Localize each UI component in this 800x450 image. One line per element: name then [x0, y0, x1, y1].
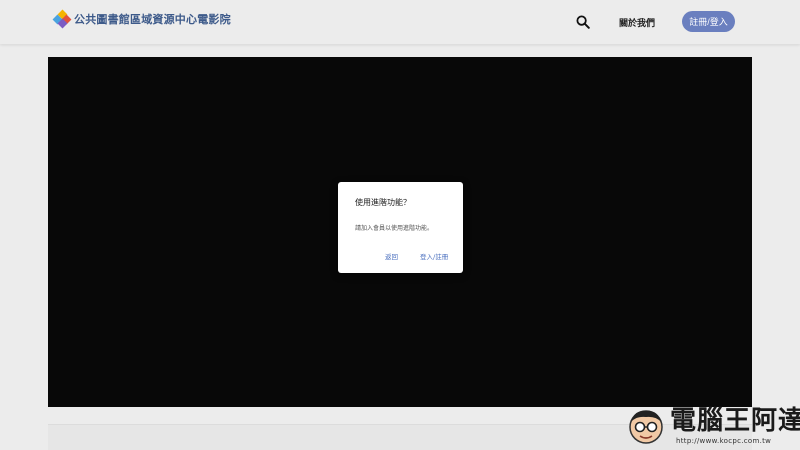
watermark: 電腦王阿達 http://www.kocpc.com.tw — [626, 404, 800, 448]
dialog-title: 使用進階功能？ — [355, 198, 411, 207]
page: 公共圖書館區域資源中心電影院 關於我們 註冊/登入 使用進階功能？ 請加入會員以… — [0, 0, 800, 450]
diamond-logo-icon — [52, 9, 72, 29]
site-header: 公共圖書館區域資源中心電影院 關於我們 註冊/登入 — [0, 0, 800, 44]
watermark-text: 電腦王阿達 — [670, 406, 800, 436]
mascot-face-icon — [629, 410, 663, 444]
dialog-back-button[interactable]: 返回 — [385, 251, 398, 261]
signup-login-button[interactable]: 註冊/登入 — [682, 11, 735, 32]
dialog-login-button[interactable]: 登入/註冊 — [420, 251, 448, 261]
site-logo[interactable]: 公共圖書館區域資源中心電影院 — [52, 9, 231, 29]
advanced-feature-dialog: 使用進階功能？ 請加入會員以使用進階功能。 返回 登入/註冊 — [338, 182, 463, 273]
search-button[interactable] — [576, 14, 590, 29]
about-link[interactable]: 關於我們 — [619, 16, 655, 29]
site-title[interactable]: 公共圖書館區域資源中心電影院 — [74, 11, 231, 27]
search-icon — [576, 15, 590, 29]
watermark-url: http://www.kocpc.com.tw — [676, 437, 772, 445]
dialog-message: 請加入會員以使用進階功能。 — [355, 225, 434, 232]
